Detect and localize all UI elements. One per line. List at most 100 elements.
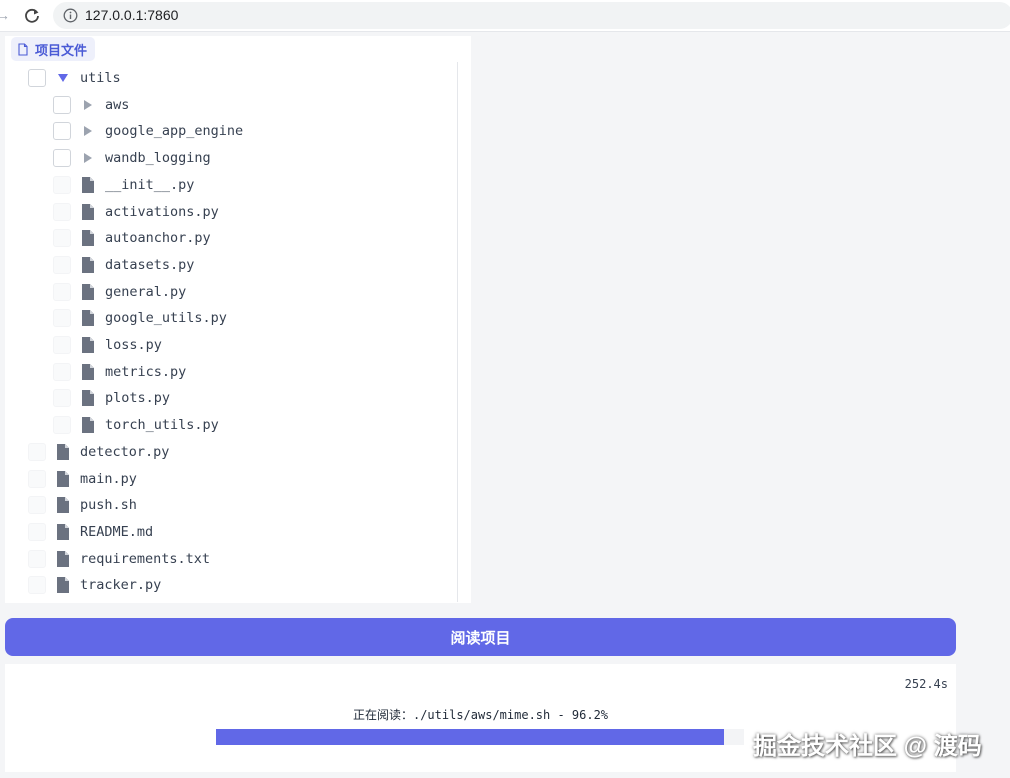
tree-checkbox[interactable] [28,442,46,461]
file-icon [82,363,94,380]
file-icon [82,310,94,327]
read-project-button[interactable]: 阅读项目 [5,618,956,656]
tree-file-item[interactable]: tracker.py [28,572,161,598]
tree-item-label: general.py [105,283,187,300]
scrollbar[interactable] [457,62,458,602]
file-icon [57,523,69,540]
elapsed-time: 252.4s [904,677,948,691]
tree-file-item[interactable]: activations.py [53,199,219,225]
tree-file-item[interactable]: metrics.py [53,359,186,385]
tree-checkbox[interactable] [53,389,71,408]
file-icon [57,470,69,487]
status-detail: ./utils/aws/mime.sh - 96.2% [412,708,609,722]
tree-item-label: README.md [80,523,154,540]
tree-item-label: tracker.py [80,577,162,594]
progress-bar [216,729,744,745]
tree-file-item[interactable]: loss.py [53,332,162,358]
tree-checkbox[interactable] [28,69,46,87]
browser-toolbar: → 127.0.0.1:7860 [0,0,1010,32]
tree-folder-item[interactable]: wandb_logging [53,145,211,171]
file-icon [82,390,94,407]
tree-file-item[interactable]: __init__.py [53,172,194,198]
file-icon [82,283,94,300]
tree-item-label: metrics.py [105,363,187,380]
tree-checkbox[interactable] [53,362,71,381]
tree-file-item[interactable]: datasets.py [53,252,194,278]
tree-item-label: google_app_engine [105,123,244,140]
tree-item-label: datasets.py [105,256,195,273]
tree-item-label: autoanchor.py [105,230,211,247]
arrow-right-icon[interactable]: → [0,6,12,24]
tree-item-label: activations.py [105,203,219,220]
tree-item-label: loss.py [105,337,162,353]
tree-item-label: torch_utils.py [105,417,219,434]
tree-checkbox[interactable] [53,416,71,435]
tree-checkbox[interactable] [28,469,46,488]
tree-checkbox[interactable] [53,255,71,274]
tree-checkbox[interactable] [28,576,46,595]
tree-checkbox[interactable] [53,229,71,248]
tree-item-label: main.py [80,470,137,487]
file-icon [57,497,69,514]
file-icon [57,550,69,567]
tree-file-item[interactable]: requirements.txt [28,546,210,572]
caret-right-icon[interactable] [81,98,95,112]
status-prefix: 正在阅读： [352,708,413,722]
address-bar[interactable]: 127.0.0.1:7860 [53,2,1010,29]
tree-checkbox[interactable] [53,282,71,301]
file-icon [82,176,94,193]
tree-checkbox[interactable] [28,496,46,515]
file-icon [82,337,94,353]
file-icon [57,443,69,460]
tree-folder-item[interactable]: aws [53,92,129,118]
tree-file-item[interactable]: autoanchor.py [53,225,211,251]
reload-icon[interactable] [23,7,41,25]
tree-item-label: google_utils.py [105,310,227,327]
tree-file-item[interactable]: google_utils.py [53,305,227,331]
tree-item-label: requirements.txt [80,550,211,567]
tree-item-label: push.sh [80,497,137,514]
file-icon [82,417,94,434]
tree-checkbox[interactable] [53,149,71,168]
caret-right-icon[interactable] [81,151,95,165]
tree-checkbox[interactable] [53,309,71,328]
tree-checkbox[interactable] [53,202,71,221]
tree-item-label: plots.py [105,390,171,407]
tree-item-label: detector.py [80,443,170,460]
tree-checkbox[interactable] [53,122,71,141]
file-outline-icon [18,42,28,56]
caret-down-icon[interactable] [56,71,70,85]
tree-checkbox[interactable] [53,95,71,114]
tree-file-item[interactable]: push.sh [28,492,137,518]
caret-right-icon[interactable] [81,124,95,138]
tree-file-item[interactable]: main.py [28,466,137,492]
tree-file-item[interactable]: README.md [28,519,153,545]
tree-item-label: utils [80,70,121,86]
tree-folder-item[interactable]: google_app_engine [53,118,243,144]
file-icon [82,203,94,220]
tree-checkbox[interactable] [28,522,46,541]
tab-project-files[interactable]: 项目文件 [11,37,96,61]
progress-bar-fill [216,729,724,745]
tree-checkbox[interactable] [53,175,71,194]
progress-status: 正在阅读：./utils/aws/mime.sh - 96.2% [5,706,956,723]
info-icon[interactable] [63,8,78,23]
watermark: 掘金技术社区 @ 渡码 [753,733,982,760]
tree-item-label: wandb_logging [105,150,211,167]
tree-folder-item[interactable]: utils [28,65,121,91]
file-icon [57,577,69,594]
tree-file-item[interactable]: torch_utils.py [53,412,219,438]
tab-label: 项目文件 [35,42,88,58]
tree-checkbox[interactable] [28,549,46,568]
tree-file-item[interactable]: detector.py [28,439,169,465]
file-icon [82,230,94,247]
tree-file-item[interactable]: plots.py [53,385,170,411]
tree-checkbox[interactable] [53,336,71,354]
tree-item-label: __init__.py [105,176,195,193]
tree-item-label: aws [105,96,130,113]
url-text[interactable]: 127.0.0.1:7860 [85,7,178,24]
content-area [471,36,1010,603]
file-icon [82,256,94,273]
file-tree-panel: 项目文件 utils aws google_app_engine wandb_logg… [5,36,471,603]
tree-file-item[interactable]: general.py [53,279,186,305]
